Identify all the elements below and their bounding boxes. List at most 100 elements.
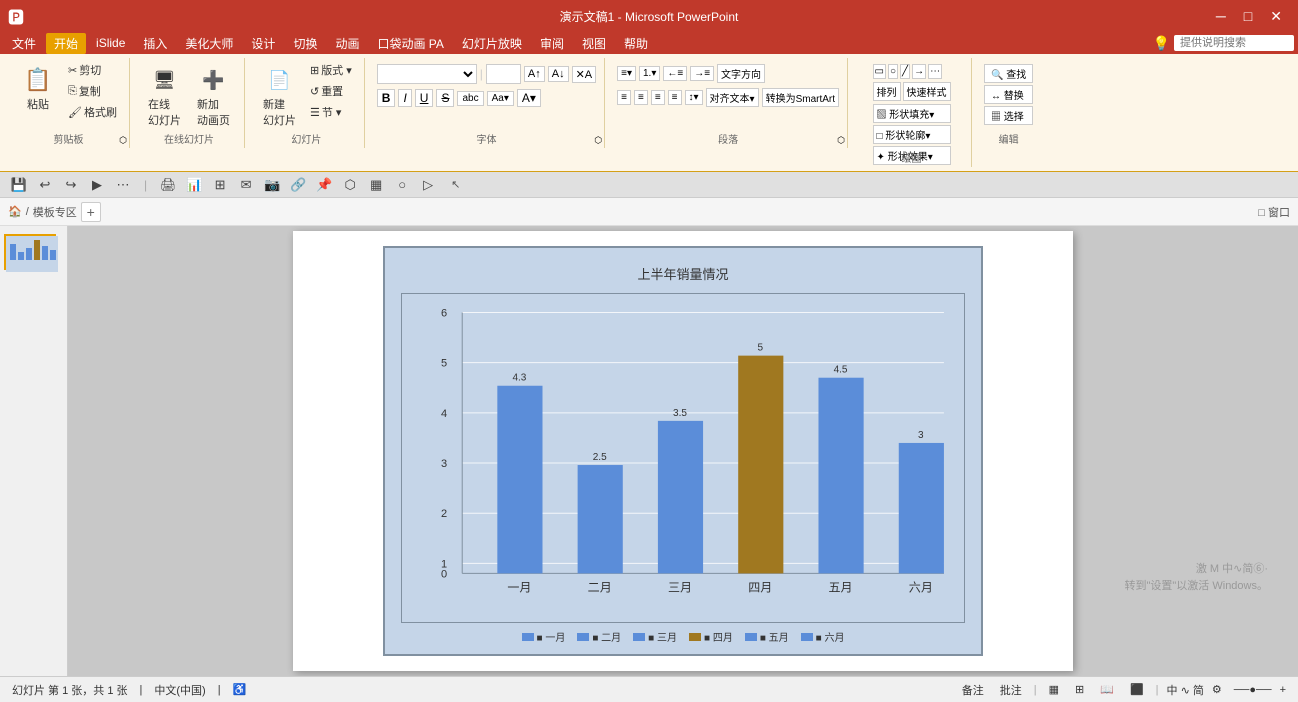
menu-help[interactable]: 帮助 [616, 33, 656, 54]
qa-undo-button[interactable]: ↩ [34, 174, 56, 196]
qa-btn-2[interactable]: 📊 [183, 174, 205, 196]
accessibility-btn[interactable]: ♿ [233, 683, 247, 696]
clipboard-expander[interactable]: ⬡ [119, 135, 127, 146]
align-text-button[interactable]: 对齐文本▾ [706, 88, 759, 107]
reset-label: 重置 [321, 83, 343, 99]
arrange-button[interactable]: 排列 [873, 82, 901, 101]
bullet-button[interactable]: ≡▾ [617, 66, 636, 81]
normal-view-button[interactable]: ▦ [1045, 681, 1063, 698]
qa-btn-7[interactable]: 📌 [313, 174, 335, 196]
add-tab-button[interactable]: + [81, 202, 101, 222]
decrease-indent-button[interactable]: ←≡ [663, 66, 687, 81]
paragraph-expander[interactable]: ⬡ [837, 135, 845, 146]
text-direction-button[interactable]: 文字方向 [717, 64, 765, 83]
line-spacing-button[interactable]: ↕▾ [685, 90, 703, 105]
comments-button[interactable]: 批注 [996, 680, 1026, 700]
qa-btn-10[interactable]: ○ [391, 174, 413, 196]
char-spacing-button[interactable]: Aa▾ [487, 91, 514, 106]
menu-file[interactable]: 文件 [4, 33, 44, 54]
strikethrough-button[interactable]: S [436, 89, 454, 107]
font-size-input[interactable]: 13.3 [486, 64, 521, 84]
reading-view-button[interactable]: 📖 [1096, 681, 1118, 698]
menu-transition[interactable]: 切换 [285, 33, 325, 54]
qa-more-button[interactable]: ⋯ [112, 174, 134, 196]
qa-start-button[interactable]: ▶ [86, 174, 108, 196]
qa-redo-button[interactable]: ↪ [60, 174, 82, 196]
layout-button[interactable]: ⊞ 版式 ▾ [306, 60, 356, 80]
search-input[interactable] [1174, 35, 1294, 51]
font-family-select[interactable] [377, 64, 477, 84]
menu-beautify[interactable]: 美化大师 [177, 33, 241, 54]
align-center-button[interactable]: ≡ [634, 90, 648, 105]
qa-btn-6[interactable]: 🔗 [287, 174, 309, 196]
section-button[interactable]: ☰ 节 ▾ [306, 102, 356, 122]
numbered-button[interactable]: 1.▾ [639, 66, 660, 81]
shape-more[interactable]: ⋯ [928, 64, 942, 79]
slideshow-button[interactable]: ⬛ [1126, 681, 1148, 698]
zoom-settings[interactable]: ⚙ [1212, 683, 1222, 696]
paste-button[interactable]: 📋 粘贴 [16, 60, 60, 116]
copy-button[interactable]: ⎘ 复制 [64, 81, 121, 101]
replace-button[interactable]: ↔ 替换 [984, 85, 1033, 104]
font-expander[interactable]: ⬡ [594, 135, 602, 146]
menu-design[interactable]: 设计 [243, 33, 283, 54]
minimize-btn[interactable]: ─ [1208, 8, 1234, 25]
maximize-btn[interactable]: □ [1236, 8, 1260, 25]
text-shadow-button[interactable]: abc [457, 91, 483, 106]
slide-thumbnail[interactable] [4, 234, 56, 270]
find-button[interactable]: 🔍 查找 [984, 64, 1033, 83]
chart-legend: ■ 一月 ■ 二月 ■ 三月 ■ 四月 [401, 629, 965, 644]
add-animation-button[interactable]: ➕ 新加动画页 [191, 60, 236, 132]
reset-button[interactable]: ↺ 重置 [306, 81, 356, 101]
new-slide-button[interactable]: 📄 新建幻灯片 [257, 60, 302, 132]
breadcrumb: 🏠 / 模板专区 [8, 204, 77, 220]
shape-fill-button[interactable]: ▧ 形状填充▾ [873, 104, 951, 123]
qa-save-button[interactable]: 💾 [8, 174, 30, 196]
shape-arrow[interactable]: → [912, 64, 926, 79]
menu-insert[interactable]: 插入 [135, 33, 175, 54]
slide-canvas[interactable]: 上半年销量情况 6 [293, 231, 1073, 671]
format-painter-button[interactable]: 🖌 格式刷 [64, 102, 121, 122]
slide-sorter-button[interactable]: ⊞ [1071, 681, 1088, 698]
shape-rect[interactable]: ▭ [873, 64, 886, 79]
quick-style-button[interactable]: 快速样式 [903, 82, 951, 101]
align-left-button[interactable]: ≡ [617, 90, 631, 105]
menu-islide[interactable]: iSlide [88, 34, 133, 52]
notes-button[interactable]: 备注 [958, 680, 988, 700]
shape-circle[interactable]: ○ [888, 64, 898, 79]
qa-btn-8[interactable]: ⬡ [339, 174, 361, 196]
font-grow-button[interactable]: A↑ [524, 66, 545, 82]
smartart-button[interactable]: 转换为SmartArt [762, 88, 839, 107]
menu-pocket[interactable]: 口袋动画 PA [369, 33, 451, 54]
qa-btn-9[interactable]: ▦ [365, 174, 387, 196]
bar-apr [738, 356, 783, 574]
qa-btn-3[interactable]: ⊞ [209, 174, 231, 196]
clear-format-button[interactable]: ✕A [572, 66, 597, 83]
font-shrink-button[interactable]: A↓ [548, 66, 569, 82]
menu-review[interactable]: 审阅 [532, 33, 572, 54]
menu-slideshow[interactable]: 幻灯片放映 [454, 33, 530, 54]
qa-btn-4[interactable]: ✉ [235, 174, 257, 196]
cut-button[interactable]: ✂ 剪切 [64, 60, 121, 80]
close-btn[interactable]: ✕ [1262, 8, 1290, 25]
underline-button[interactable]: U [415, 89, 434, 107]
select-button[interactable]: ▦ 选择 [984, 106, 1033, 125]
menu-animation[interactable]: 动画 [327, 33, 367, 54]
qa-btn-11[interactable]: ▷ [417, 174, 439, 196]
shape-line[interactable]: ╱ [900, 64, 910, 79]
shape-outline-button[interactable]: □ 形状轮廓▾ [873, 125, 951, 144]
legend-mar: ■ 三月 [633, 629, 677, 644]
online-slides-button[interactable]: 🖥 在线幻灯片 [142, 60, 187, 132]
font-color-button[interactable]: A▾ [517, 89, 541, 107]
qa-btn-1[interactable]: 🖨 [157, 174, 179, 196]
menu-view[interactable]: 视图 [574, 33, 614, 54]
italic-button[interactable]: I [398, 89, 411, 107]
qa-btn-5[interactable]: 📷 [261, 174, 283, 196]
svg-text:四月: 四月 [748, 580, 772, 594]
menu-home[interactable]: 开始 [46, 33, 86, 54]
bold-button[interactable]: B [377, 89, 396, 107]
increase-indent-button[interactable]: →≡ [690, 66, 714, 81]
justify-button[interactable]: ≡ [668, 90, 682, 105]
zoom-info: 中 ∿ 简 [1167, 682, 1204, 698]
align-right-button[interactable]: ≡ [651, 90, 665, 105]
